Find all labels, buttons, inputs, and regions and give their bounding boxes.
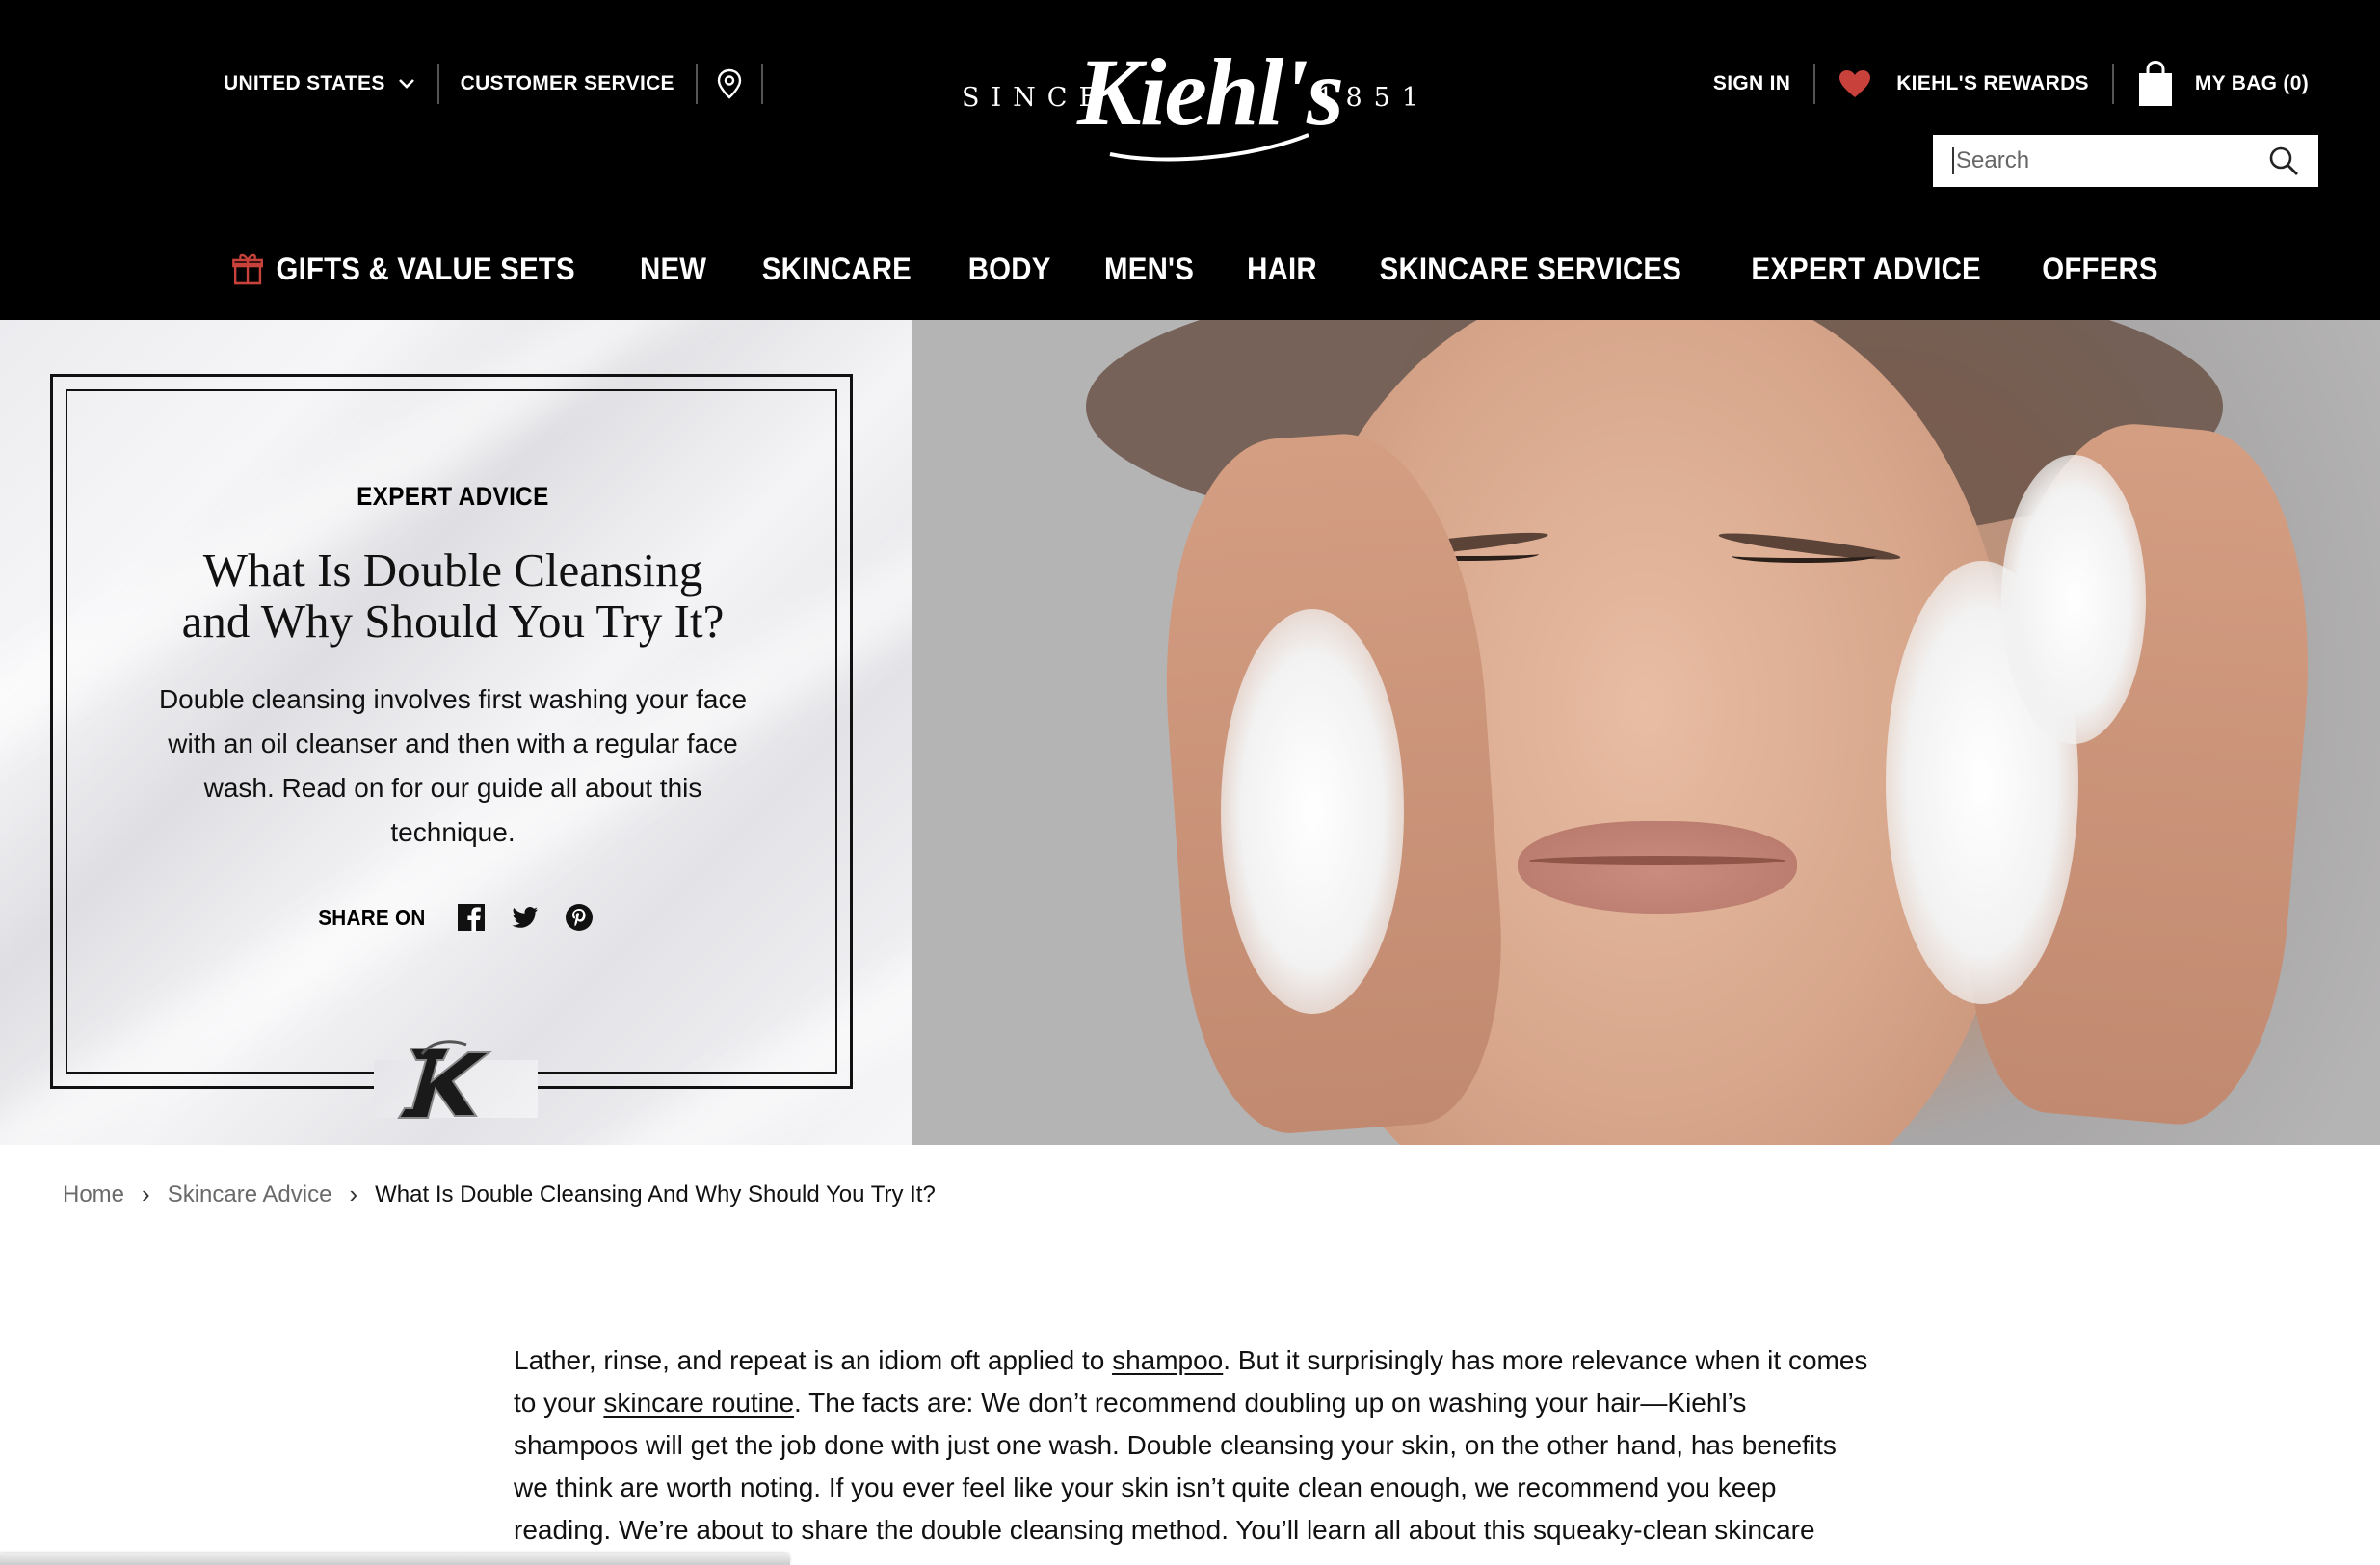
k-emblem-icon — [397, 1040, 492, 1119]
nav-body[interactable]: BODY — [967, 252, 1050, 287]
photo-foam-left — [1221, 609, 1404, 1014]
article-hero: EXPERT ADVICE What Is Double Cleansing a… — [0, 320, 2380, 1145]
nav-skincare-services[interactable]: SKINCARE SERVICES — [1379, 252, 1680, 287]
article-text: Lather, rinse, and repeat is an idiom of… — [514, 1345, 1113, 1375]
logo-wordmark: Kiehl's — [1077, 39, 1344, 146]
logo-swash-icon — [1109, 133, 1309, 162]
sign-in-label: SIGN IN — [1712, 72, 1791, 94]
nav-hair[interactable]: HAIR — [1247, 252, 1317, 287]
search-box — [1933, 135, 2318, 187]
article-title: What Is Double Cleansing and Why Should … — [116, 544, 790, 647]
my-bag-label: MY BAG (0) — [2194, 72, 2309, 94]
photo-lip-line — [1529, 856, 1785, 865]
store-locator-button[interactable] — [698, 64, 763, 104]
breadcrumb-separator-icon: › — [349, 1180, 358, 1208]
rewards-link[interactable]: KIEHL'S REWARDS — [1815, 64, 2114, 104]
photo-eye-right — [1732, 549, 1876, 563]
site-header: UNITED STATES CUSTOMER SERVICE SINCE Kie… — [0, 0, 2380, 320]
skincare-routine-link[interactable]: skincare routine — [603, 1388, 794, 1418]
rewards-label: KIEHL'S REWARDS — [1896, 72, 2089, 94]
country-label: UNITED STATES — [224, 72, 385, 94]
article-title-line-1: What Is Double Cleansing — [202, 544, 703, 597]
breadcrumb-current: What Is Double Cleansing And Why Should … — [375, 1180, 936, 1207]
search-icon[interactable] — [2268, 146, 2299, 176]
country-selector[interactable]: UNITED STATES — [222, 64, 439, 104]
article-dek: Double cleansing involves first washing … — [158, 684, 748, 847]
kiehls-logo[interactable]: SINCE Kiehl's 1851 — [960, 44, 1422, 164]
hero-photo-woman-cleansing — [912, 320, 2380, 1145]
pinterest-icon[interactable] — [565, 903, 594, 932]
nav-mens[interactable]: MEN'S — [1104, 252, 1194, 287]
utility-nav-left: UNITED STATES CUSTOMER SERVICE — [222, 64, 763, 104]
shampoo-link[interactable]: shampoo — [1112, 1345, 1223, 1375]
chevron-down-icon — [398, 79, 414, 89]
customer-service-label: CUSTOMER SERVICE — [460, 72, 674, 94]
article-paragraph: Lather, rinse, and repeat is an idiom of… — [514, 1340, 1872, 1565]
sign-in-link[interactable]: SIGN IN — [1690, 64, 1816, 104]
share-label: SHARE ON — [318, 904, 426, 930]
nav-new[interactable]: NEW — [640, 252, 706, 287]
nav-skincare[interactable]: SKINCARE — [762, 252, 912, 287]
article-title-line-2: and Why Should You Try It? — [181, 595, 725, 648]
my-bag-button[interactable]: MY BAG (0) — [2114, 61, 2309, 106]
breadcrumb-separator-icon: › — [142, 1180, 150, 1208]
breadcrumb-home[interactable]: Home — [63, 1181, 124, 1208]
photo-lips — [1518, 821, 1797, 914]
nav-label-gifts: GIFTS & VALUE SETS — [276, 251, 576, 286]
breadcrumb-skincare-advice[interactable]: Skincare Advice — [168, 1181, 332, 1208]
nav-gifts-value-sets[interactable]: GIFTS & VALUE SETS — [232, 252, 575, 287]
heart-icon — [1839, 70, 1871, 97]
article-body: Lather, rinse, and repeat is an idiom of… — [514, 1340, 1872, 1565]
breadcrumb: Home › Skincare Advice › What Is Double … — [63, 1180, 936, 1209]
nav-expert-advice[interactable]: EXPERT ADVICE — [1751, 252, 1981, 287]
logo-year: 1851 — [1317, 83, 1430, 113]
photo-foam-right-top — [2001, 455, 2146, 744]
hero-text-panel: EXPERT ADVICE What Is Double Cleansing a… — [0, 320, 912, 1145]
gift-icon — [232, 253, 264, 285]
facebook-icon[interactable] — [457, 903, 486, 932]
nav-offers[interactable]: OFFERS — [2042, 252, 2158, 287]
share-bar: SHARE ON — [116, 903, 790, 932]
shopping-bag-icon — [2138, 61, 2172, 106]
twitter-icon[interactable] — [511, 903, 540, 932]
search-input[interactable] — [1952, 147, 2268, 174]
customer-service-link[interactable]: CUSTOMER SERVICE — [439, 64, 698, 104]
hero-copy: EXPERT ADVICE What Is Double Cleansing a… — [116, 482, 790, 932]
location-pin-icon — [717, 68, 742, 99]
main-navigation: GIFTS & VALUE SETS NEW SKINCARE BODY MEN… — [0, 241, 2380, 297]
browser-bottom-strip — [0, 1553, 790, 1565]
hero-eyebrow: EXPERT ADVICE — [357, 482, 549, 511]
utility-nav-right: SIGN IN KIEHL'S REWARDS MY BAG (0) — [1690, 56, 2309, 112]
